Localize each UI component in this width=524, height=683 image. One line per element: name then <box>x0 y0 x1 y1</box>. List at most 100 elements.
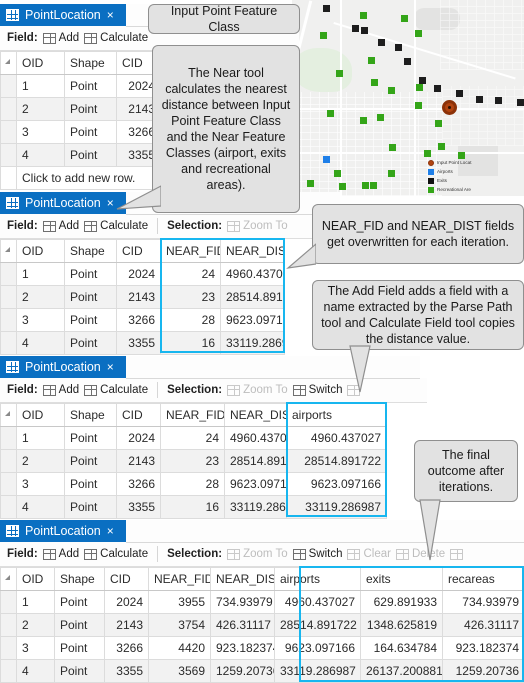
cell-oid[interactable]: 4 <box>16 495 65 519</box>
cell-cid[interactable]: 3355 <box>104 659 149 683</box>
cell-oid[interactable]: 4 <box>16 143 65 167</box>
cell-oid[interactable]: 1 <box>16 426 65 450</box>
add-field-button[interactable]: Add <box>42 220 79 232</box>
attribute-table[interactable]: OID Shape CID NEAR_FID NEAR_DIST airport… <box>0 403 387 519</box>
cell-near-fid[interactable]: 16 <box>160 331 221 355</box>
cell-airports[interactable]: 9623.097166 <box>274 636 361 660</box>
column-header-oid[interactable]: OID <box>16 239 65 263</box>
cell-near-dist[interactable]: 9623.097166 <box>224 472 287 496</box>
cell-shape[interactable]: Point <box>64 120 117 144</box>
cell-airports[interactable]: 4960.437027 <box>274 590 361 614</box>
row-selector[interactable] <box>0 331 17 355</box>
column-header-oid[interactable]: OID <box>16 51 65 75</box>
cell-cid[interactable]: 2024 <box>104 590 149 614</box>
cell-near-fid[interactable]: 3569 <box>148 659 211 683</box>
cell-cid[interactable]: 3355 <box>116 495 161 519</box>
cell-airports[interactable]: 33119.286987 <box>286 495 387 519</box>
select-all-header[interactable] <box>0 567 17 591</box>
cell-oid[interactable]: 2 <box>16 449 65 473</box>
row-selector[interactable] <box>0 472 17 496</box>
row-selector[interactable] <box>0 97 17 121</box>
cell-oid[interactable]: 3 <box>16 636 55 660</box>
cell-oid[interactable]: 2 <box>16 285 65 309</box>
cell-near-fid[interactable]: 28 <box>160 472 225 496</box>
column-header-near-fid[interactable]: NEAR_FID <box>148 567 211 591</box>
row-selector[interactable] <box>0 590 17 614</box>
row-selector[interactable] <box>0 613 17 637</box>
cell-near-dist[interactable]: 28514.891722 <box>220 285 285 309</box>
cell-exits[interactable]: 164.634784 <box>360 636 443 660</box>
cell-near-fid[interactable]: 24 <box>160 262 221 286</box>
cell-cid[interactable]: 3266 <box>104 636 149 660</box>
row-selector[interactable] <box>0 636 17 660</box>
cell-shape[interactable]: Point <box>64 74 117 98</box>
cell-shape[interactable]: Point <box>64 97 117 121</box>
cell-near-dist[interactable]: 28514.891722 <box>224 449 287 473</box>
cell-shape[interactable]: Point <box>64 495 117 519</box>
column-header-recareas[interactable]: recareas <box>442 567 524 591</box>
column-header-shape[interactable]: Shape <box>64 239 117 263</box>
cell-near-dist[interactable]: 9623.097166 <box>220 308 285 332</box>
cell-shape[interactable]: Point <box>64 449 117 473</box>
close-icon[interactable]: × <box>107 196 114 210</box>
row-selector[interactable] <box>0 74 17 98</box>
switch-selection-button[interactable]: Switch <box>292 384 342 396</box>
cell-near-fid[interactable]: 3754 <box>148 613 211 637</box>
tab-pointlocation[interactable]: PointLocation × <box>0 4 132 26</box>
cell-cid[interactable]: 2024 <box>116 262 161 286</box>
cell-near-dist[interactable]: 33119.286987 <box>220 331 285 355</box>
add-field-button[interactable]: Add <box>42 384 79 396</box>
calculate-field-button[interactable]: Calculate <box>84 384 148 396</box>
cell-airports[interactable]: 9623.097166 <box>286 472 387 496</box>
column-header-shape[interactable]: Shape <box>54 567 105 591</box>
cell-near-fid[interactable]: 24 <box>160 426 225 450</box>
cell-airports[interactable]: 4960.437027 <box>286 426 387 450</box>
close-icon[interactable]: × <box>107 8 114 22</box>
cell-airports[interactable]: 33119.286987 <box>274 659 361 683</box>
cell-near-fid[interactable]: 3955 <box>148 590 211 614</box>
cell-recareas[interactable]: 734.93979 <box>442 590 524 614</box>
close-icon[interactable]: × <box>107 360 114 374</box>
column-header-near-fid[interactable]: NEAR_FID <box>160 239 221 263</box>
attribute-table[interactable]: OID Shape CID NEAR_FID NEAR_DIST 1Point2… <box>0 239 285 355</box>
cell-oid[interactable]: 1 <box>16 74 65 98</box>
map-view[interactable]: Input Point Locat Airports Exits Recreat… <box>292 0 524 196</box>
cell-near-dist[interactable]: 426.31117 <box>210 613 275 637</box>
attribute-table[interactable]: OID Shape CID NEAR_FID NEAR_DIST airport… <box>0 567 524 683</box>
cell-recareas[interactable]: 923.182374 <box>442 636 524 660</box>
cell-airports[interactable]: 28514.891722 <box>286 449 387 473</box>
column-header-near-dist[interactable]: NEAR_DIST <box>220 239 285 263</box>
cell-shape[interactable]: Point <box>64 143 117 167</box>
cell-shape[interactable]: Point <box>64 426 117 450</box>
calculate-field-button[interactable]: Calculate <box>84 32 148 44</box>
close-icon[interactable]: × <box>107 524 114 538</box>
row-selector[interactable] <box>0 120 17 144</box>
cell-near-dist[interactable]: 33119.286987 <box>224 495 287 519</box>
column-header-near-fid[interactable]: NEAR_FID <box>160 403 225 427</box>
cell-shape[interactable]: Point <box>54 590 105 614</box>
cell-near-fid[interactable]: 4420 <box>148 636 211 660</box>
column-header-near-dist[interactable]: NEAR_DIST <box>210 567 275 591</box>
add-field-button[interactable]: Add <box>42 548 79 560</box>
cell-oid[interactable]: 2 <box>16 613 55 637</box>
cell-oid[interactable]: 3 <box>16 308 65 332</box>
cell-cid[interactable]: 2143 <box>116 449 161 473</box>
row-selector[interactable] <box>0 285 17 309</box>
cell-exits[interactable]: 26137.200881 <box>360 659 443 683</box>
cell-near-fid[interactable]: 28 <box>160 308 221 332</box>
column-header-exits[interactable]: exits <box>360 567 443 591</box>
cell-cid[interactable]: 2024 <box>116 426 161 450</box>
cell-oid[interactable]: 2 <box>16 97 65 121</box>
row-selector[interactable] <box>0 308 17 332</box>
cell-near-dist[interactable]: 4960.437027 <box>224 426 287 450</box>
cell-airports[interactable]: 28514.891722 <box>274 613 361 637</box>
row-selector[interactable] <box>0 659 17 683</box>
cell-shape[interactable]: Point <box>54 659 105 683</box>
cell-shape[interactable]: Point <box>64 472 117 496</box>
row-selector[interactable] <box>0 166 17 190</box>
cell-near-fid[interactable]: 16 <box>160 495 225 519</box>
column-header-cid[interactable]: CID <box>104 567 149 591</box>
row-selector[interactable] <box>0 143 17 167</box>
cell-oid[interactable]: 3 <box>16 120 65 144</box>
cell-shape[interactable]: Point <box>64 262 117 286</box>
